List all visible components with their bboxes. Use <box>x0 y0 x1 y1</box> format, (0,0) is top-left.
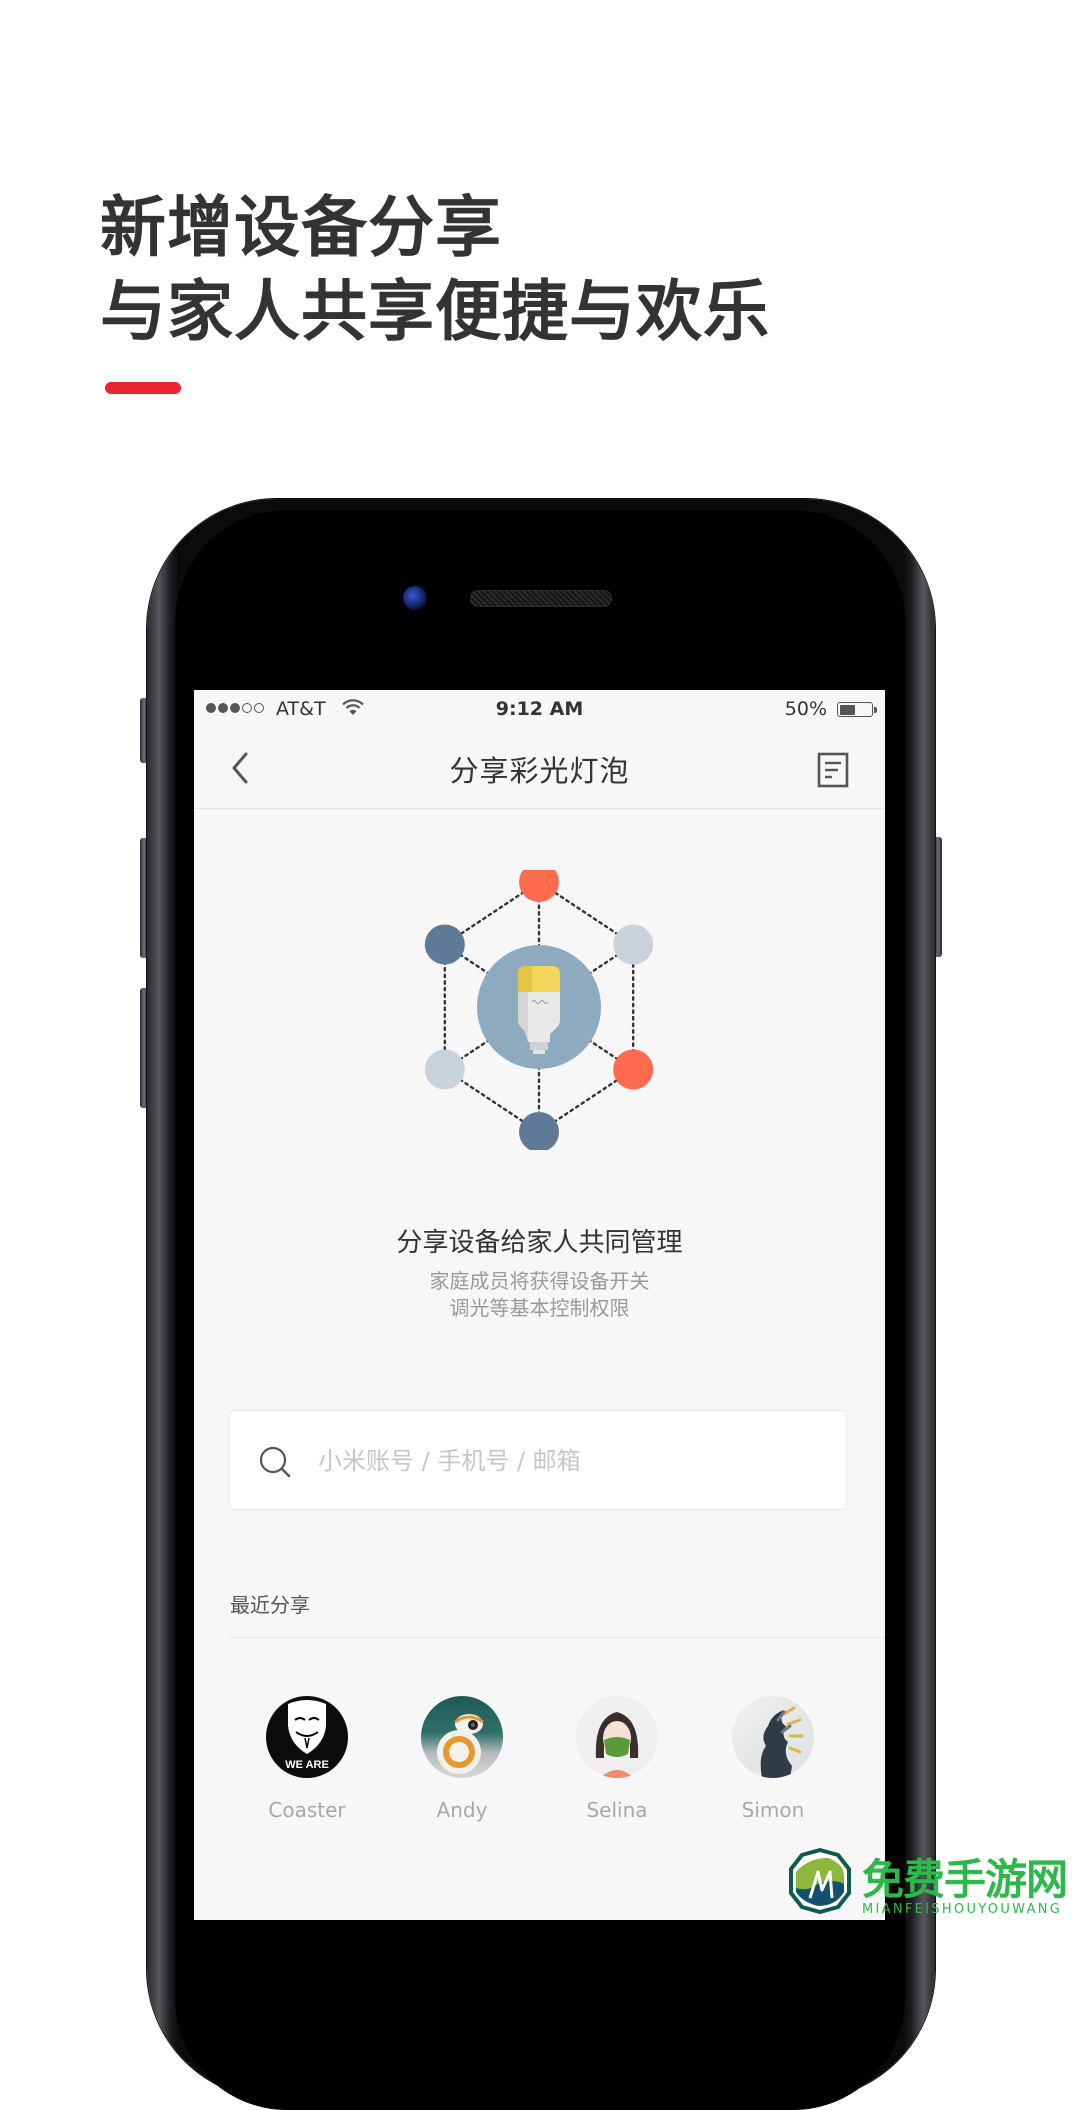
device-sharing-illustration <box>424 870 654 1150</box>
share-log-button[interactable] <box>817 752 849 788</box>
navigation-bar: 分享彩光灯泡 <box>194 728 885 809</box>
contact-name: Andy <box>436 1798 488 1822</box>
battery-tip <box>874 707 877 713</box>
watermark-subtitle: MIANFEISHOUYOUWANG <box>862 1902 1063 1917</box>
battery-percent: 50% <box>784 698 827 720</box>
avatar-caption: WE ARE <box>285 1759 329 1771</box>
recent-contact[interactable]: Andy <box>392 1690 532 1822</box>
phone-power-button <box>934 837 942 957</box>
front-camera <box>403 586 427 610</box>
contact-name: Selina <box>586 1798 648 1822</box>
account-search-field[interactable] <box>229 1410 847 1511</box>
battery-icon <box>837 702 873 717</box>
site-watermark: 免费手游网 MIANFEISHOUYOUWANG <box>786 1846 1080 1920</box>
recent-contact[interactable]: Selina <box>547 1690 687 1822</box>
accent-bar <box>105 382 181 394</box>
member-node <box>424 924 465 965</box>
mask-avatar-image: WE ARE <box>285 1700 329 1771</box>
section-divider <box>230 1637 885 1638</box>
promo-headline-line-1: 新增设备分享 <box>100 189 502 266</box>
recent-contact[interactable]: WE ARE Coaster <box>237 1690 377 1822</box>
avatar <box>732 1696 814 1778</box>
avatar <box>421 1696 503 1778</box>
recent-shares-label: 最近分享 <box>230 1593 310 1617</box>
share-description-line-1: 家庭成员将获得设备开关 <box>429 1269 650 1293</box>
earpiece-speaker <box>470 590 612 607</box>
member-node <box>424 1049 465 1090</box>
member-node <box>613 924 654 965</box>
abstract-avatar-image <box>760 1706 804 1778</box>
battery-level-fill <box>839 704 855 715</box>
share-description: 家庭成员将获得设备开关 调光等基本控制权限 <box>194 1268 885 1322</box>
share-description-line-2: 调光等基本控制权限 <box>449 1296 630 1320</box>
status-bar: AT&T 9:12 AM 50% <box>194 690 885 728</box>
search-icon <box>259 1446 291 1478</box>
status-time: 9:12 AM <box>495 698 584 720</box>
watermark-title: 免费手游网 <box>862 1855 1068 1904</box>
recent-contacts-list: WE ARE Coaster Andy Selina Simon <box>194 1690 885 1840</box>
avatar: WE ARE <box>266 1696 348 1778</box>
member-node <box>519 870 559 902</box>
watermark-logo-icon <box>789 1848 851 1914</box>
member-node <box>613 1049 654 1090</box>
recent-contact[interactable]: Simon <box>703 1690 843 1822</box>
promo-headline-line-2: 与家人共享便捷与欢乐 <box>100 273 770 350</box>
avatar <box>576 1696 658 1778</box>
search-input[interactable] <box>316 1411 820 1511</box>
document-list-icon <box>817 752 849 788</box>
robot-avatar-image <box>437 1714 484 1774</box>
contact-name: Simon <box>741 1798 805 1822</box>
share-headline: 分享设备给家人共同管理 <box>396 1228 683 1258</box>
girl-avatar-image <box>595 1712 639 1778</box>
page-title: 分享彩光灯泡 <box>449 754 630 788</box>
member-node <box>519 1112 559 1150</box>
contact-name: Coaster <box>268 1798 346 1822</box>
phone-screen: AT&T 9:12 AM 50% 分享彩光灯泡 分享设备给家人共同管理 家庭成员… <box>194 690 885 1920</box>
